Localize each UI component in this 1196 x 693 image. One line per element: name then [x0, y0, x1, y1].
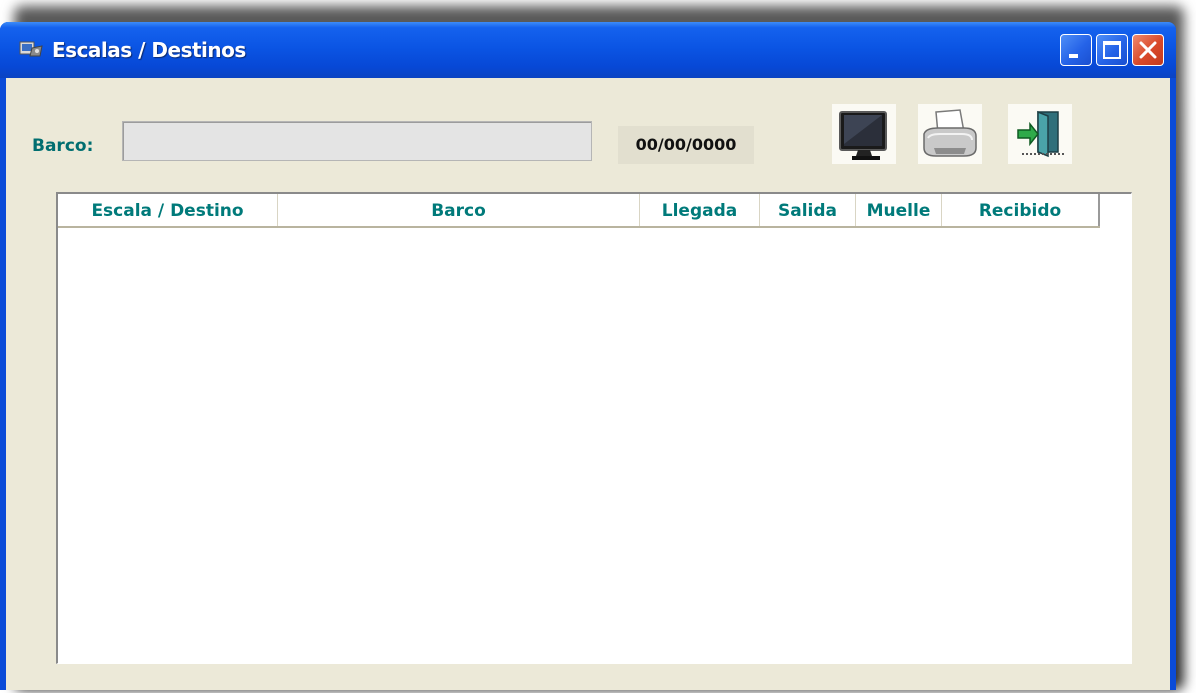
column-header-llegada[interactable]: Llegada	[640, 194, 760, 226]
barco-label: Barco:	[32, 136, 94, 156]
maximize-icon	[1103, 41, 1121, 59]
maximize-button[interactable]	[1096, 34, 1128, 66]
close-button[interactable]	[1132, 34, 1164, 66]
column-header-recibido[interactable]: Recibido	[942, 194, 1100, 226]
exit-door-icon	[1017, 110, 1064, 158]
date-field: 00/00/0000	[618, 126, 754, 164]
barco-input[interactable]	[122, 121, 592, 161]
minimize-icon	[1069, 54, 1078, 58]
app-icon	[18, 38, 44, 60]
column-header-salida[interactable]: Salida	[760, 194, 856, 226]
escalas-grid[interactable]: Escala / Destino Barco Llegada Salida Mu…	[56, 192, 1132, 664]
exit-button[interactable]	[1008, 104, 1072, 164]
monitor-icon	[839, 111, 887, 160]
window-title: Escalas / Destinos	[52, 38, 246, 62]
title-bar[interactable]: Escalas / Destinos	[0, 22, 1176, 78]
screen-preview-button[interactable]	[832, 104, 896, 164]
grid-header: Escala / Destino Barco Llegada Salida Mu…	[58, 194, 1100, 228]
column-header-barco[interactable]: Barco	[278, 194, 640, 226]
minimize-button[interactable]	[1060, 34, 1092, 66]
printer-icon	[923, 109, 977, 157]
close-icon	[1139, 41, 1157, 59]
column-header-muelle[interactable]: Muelle	[856, 194, 942, 226]
print-button[interactable]	[918, 104, 982, 164]
column-header-escala-destino[interactable]: Escala / Destino	[58, 194, 278, 226]
